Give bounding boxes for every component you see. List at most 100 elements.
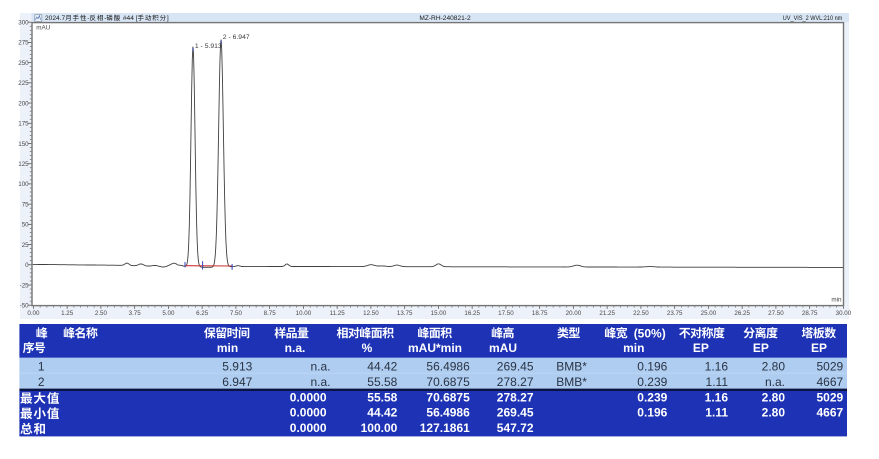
svg-text:%: % xyxy=(362,341,373,355)
svg-text:11.25: 11.25 xyxy=(330,310,346,317)
svg-text:175: 175 xyxy=(18,121,29,128)
svg-text:100: 100 xyxy=(18,181,29,188)
svg-text:n.a.: n.a. xyxy=(310,359,330,373)
svg-text:275: 275 xyxy=(18,40,29,47)
svg-text:30.00: 30.00 xyxy=(836,310,852,317)
svg-text:1.16: 1.16 xyxy=(705,359,729,373)
svg-text:EP: EP xyxy=(753,341,769,355)
svg-text:21.25: 21.25 xyxy=(599,310,615,317)
svg-text:18.75: 18.75 xyxy=(532,310,548,317)
svg-text:25.00: 25.00 xyxy=(701,310,717,317)
svg-text:1.11: 1.11 xyxy=(706,375,729,389)
svg-text:23.75: 23.75 xyxy=(667,310,683,317)
svg-text:MZ-RH-240821-2: MZ-RH-240821-2 xyxy=(419,15,471,22)
svg-text:0.0000: 0.0000 xyxy=(290,390,327,404)
svg-text:1 - 5.913: 1 - 5.913 xyxy=(195,43,222,50)
svg-text:269.45: 269.45 xyxy=(497,406,534,420)
svg-text:BMB*: BMB* xyxy=(556,375,587,389)
svg-text:0.239: 0.239 xyxy=(637,375,667,389)
svg-text:225: 225 xyxy=(18,80,29,87)
svg-text:56.4986: 56.4986 xyxy=(426,406,470,420)
svg-text:2.80: 2.80 xyxy=(762,359,786,373)
svg-text:125: 125 xyxy=(18,161,29,168)
svg-text:1.11: 1.11 xyxy=(705,406,728,420)
svg-text:0.239: 0.239 xyxy=(637,390,667,404)
svg-text:n.a.: n.a. xyxy=(310,375,330,389)
svg-text:0.0000: 0.0000 xyxy=(290,421,327,435)
svg-text:min: min xyxy=(217,341,238,355)
svg-text:300: 300 xyxy=(18,20,29,27)
svg-text:min: min xyxy=(831,297,842,304)
svg-text:4667: 4667 xyxy=(816,406,843,420)
svg-text:-: - xyxy=(104,15,106,22)
svg-text:0.00: 0.00 xyxy=(27,310,40,317)
svg-text:2.80: 2.80 xyxy=(762,406,786,420)
svg-text:0.196: 0.196 xyxy=(637,359,667,373)
svg-text:56.4986: 56.4986 xyxy=(426,359,470,373)
svg-text:mAU: mAU xyxy=(489,341,517,355)
svg-text:7.50: 7.50 xyxy=(230,310,243,317)
svg-text:UV_VIS_2 WVL:210 nm: UV_VIS_2 WVL:210 nm xyxy=(783,15,843,22)
svg-text:6.947: 6.947 xyxy=(222,375,252,389)
svg-text:100.00: 100.00 xyxy=(361,421,398,435)
svg-text:70.6875: 70.6875 xyxy=(426,375,470,389)
svg-text:70.6875: 70.6875 xyxy=(426,390,470,404)
svg-text:2.50: 2.50 xyxy=(95,310,108,317)
svg-text:5.913: 5.913 xyxy=(222,359,252,373)
svg-text:27.50: 27.50 xyxy=(768,310,784,317)
svg-text:278.27: 278.27 xyxy=(497,390,534,404)
svg-text:17.50: 17.50 xyxy=(498,310,514,317)
svg-text:75: 75 xyxy=(22,201,29,208)
svg-text:-25: -25 xyxy=(20,282,30,289)
svg-text:-: - xyxy=(87,15,89,22)
svg-text:2 - 6.947: 2 - 6.947 xyxy=(223,34,250,41)
svg-text:n.a.: n.a. xyxy=(285,341,306,355)
svg-text:28.75: 28.75 xyxy=(802,310,818,317)
svg-text:2024.7: 2024.7 xyxy=(45,15,66,22)
svg-text:0: 0 xyxy=(25,262,29,269)
svg-text:13.75: 13.75 xyxy=(397,310,413,317)
svg-text:0.196: 0.196 xyxy=(637,406,667,420)
svg-text:mAU: mAU xyxy=(36,24,50,31)
svg-text:6.25: 6.25 xyxy=(196,310,209,317)
svg-text:150: 150 xyxy=(18,141,29,148)
svg-text:1.16: 1.16 xyxy=(705,390,729,404)
svg-text:-50: -50 xyxy=(20,303,30,310)
svg-text:15.00: 15.00 xyxy=(431,310,447,317)
svg-text:55.58: 55.58 xyxy=(367,390,397,404)
svg-text:1.25: 1.25 xyxy=(61,310,74,317)
svg-text:]: ] xyxy=(167,15,169,22)
svg-text:250: 250 xyxy=(18,60,29,67)
svg-text:44.42: 44.42 xyxy=(367,406,397,420)
svg-text:n.a.: n.a. xyxy=(765,375,785,389)
svg-text:44.42: 44.42 xyxy=(367,359,397,373)
svg-text:278.27: 278.27 xyxy=(497,375,534,389)
svg-text:127.1861: 127.1861 xyxy=(420,421,470,435)
svg-text:20.00: 20.00 xyxy=(566,310,582,317)
svg-text:22.50: 22.50 xyxy=(633,310,649,317)
svg-text:547.72: 547.72 xyxy=(497,421,534,435)
svg-text:4667: 4667 xyxy=(816,375,843,389)
svg-text:269.45: 269.45 xyxy=(497,359,534,373)
svg-text:50: 50 xyxy=(22,222,29,229)
svg-text:16.25: 16.25 xyxy=(464,310,480,317)
svg-text:3.75: 3.75 xyxy=(129,310,142,317)
svg-text:55.58: 55.58 xyxy=(367,375,397,389)
svg-text:25: 25 xyxy=(22,242,29,249)
svg-text:2: 2 xyxy=(38,375,45,389)
svg-text:EP: EP xyxy=(811,341,827,355)
svg-text:5029: 5029 xyxy=(816,359,843,373)
svg-text:5029: 5029 xyxy=(816,390,843,404)
svg-text:8.75: 8.75 xyxy=(264,310,277,317)
svg-text:2.80: 2.80 xyxy=(762,390,786,404)
svg-text:200: 200 xyxy=(18,100,29,107)
svg-text:#44: #44 xyxy=(123,15,134,22)
svg-text:BMB*: BMB* xyxy=(556,359,587,373)
svg-text:10.00: 10.00 xyxy=(296,310,312,317)
svg-text:EP: EP xyxy=(693,341,709,355)
svg-text:[: [ xyxy=(136,15,138,22)
svg-text:mAU*min: mAU*min xyxy=(408,341,462,355)
svg-text:0.0000: 0.0000 xyxy=(290,406,327,420)
svg-text:12.50: 12.50 xyxy=(363,310,379,317)
svg-text:5.00: 5.00 xyxy=(162,310,175,317)
